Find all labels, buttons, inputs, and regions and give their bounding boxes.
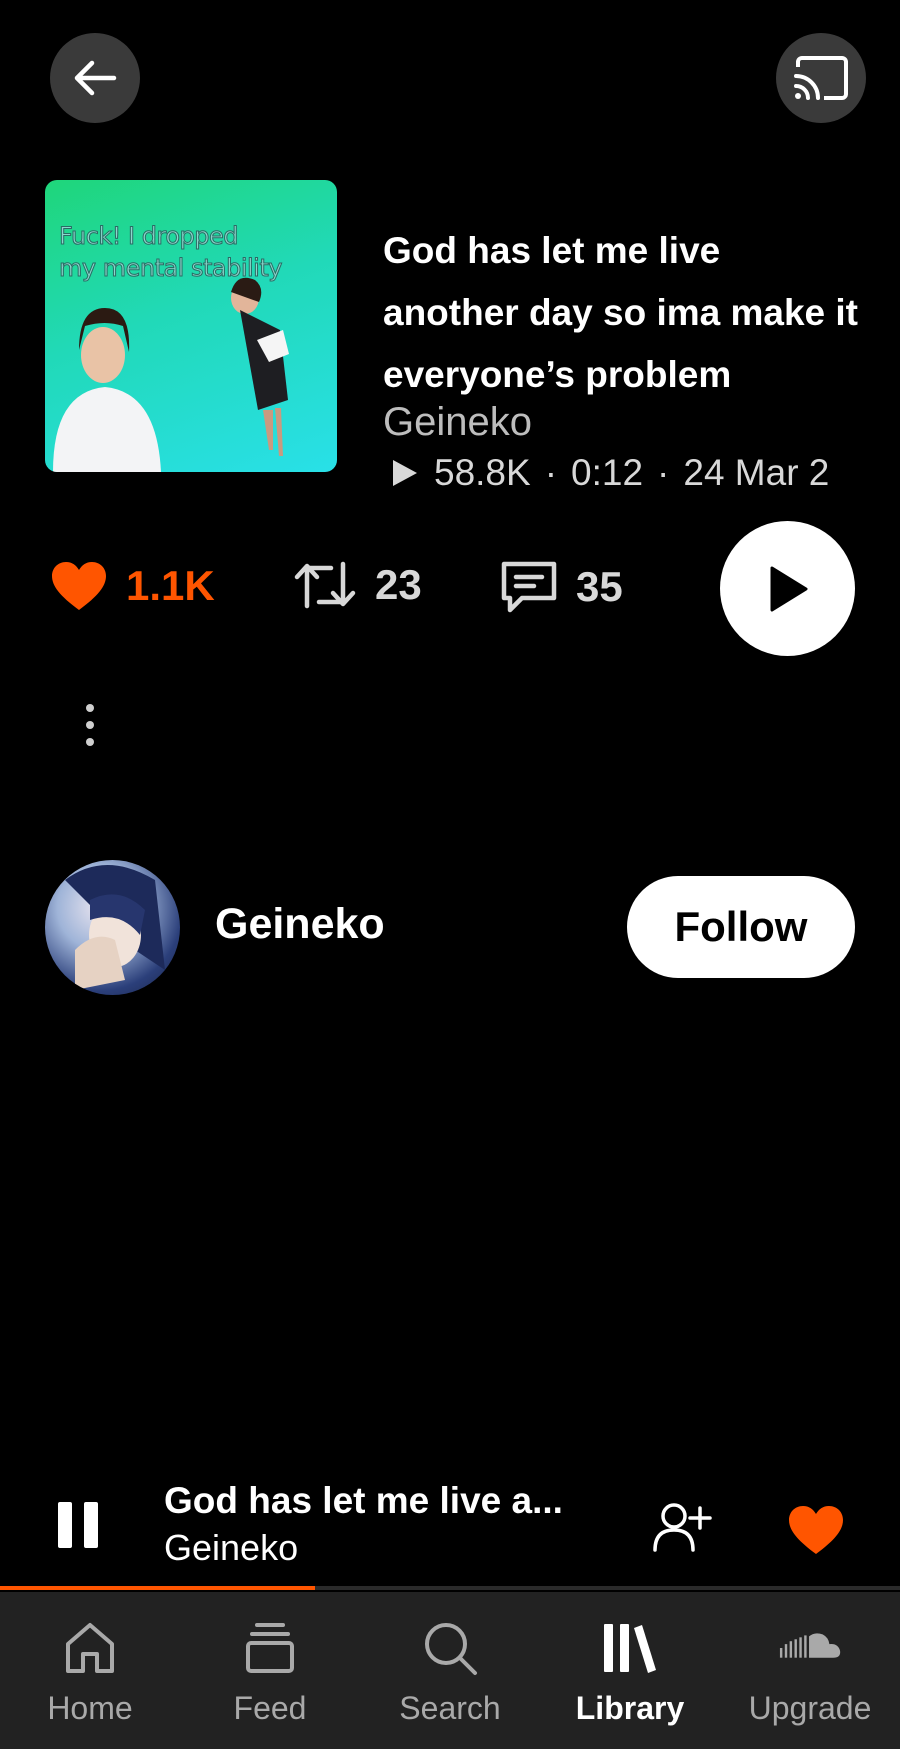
mini-player-title[interactable]: God has let me live a... [164, 1480, 563, 1522]
like-button[interactable]: 1.1K [50, 560, 215, 612]
track-date: 24 Mar 2 [683, 452, 830, 493]
tab-upgrade[interactable]: Upgrade [720, 1592, 900, 1749]
mini-player[interactable]: God has let me live a... Geineko [0, 1462, 900, 1590]
tab-label: Upgrade [748, 1690, 872, 1726]
bottom-tab-bar: Home Feed Search Library Upgrade [0, 1592, 900, 1749]
feed-icon [246, 1623, 294, 1673]
artwork-figures [53, 277, 289, 472]
repost-button[interactable]: 23 [293, 560, 422, 610]
play-button[interactable] [720, 521, 855, 656]
more-dots-icon [86, 704, 94, 712]
repost-count: 23 [375, 561, 422, 608]
track-title: God has let me live another day so ima m… [383, 230, 859, 395]
follow-user-icon[interactable] [652, 1500, 712, 1554]
heart-icon [52, 562, 106, 610]
soundcloud-icon [779, 1633, 841, 1658]
playback-progress[interactable] [0, 1586, 900, 1590]
tab-library[interactable]: Library [540, 1592, 720, 1749]
tab-label: Search [399, 1690, 501, 1726]
play-count-icon [393, 460, 417, 486]
library-icon [604, 1624, 656, 1673]
avatar-illustration [65, 865, 165, 990]
cast-icon [794, 56, 848, 100]
meta-separator: · [657, 452, 670, 493]
cast-button[interactable] [776, 33, 866, 123]
tab-label: Feed [233, 1690, 307, 1726]
more-dots-icon [86, 721, 94, 729]
pause-icon [58, 1502, 72, 1548]
avatar[interactable] [45, 860, 180, 995]
like-count: 1.1K [126, 562, 215, 609]
track-meta: 58.8K · 0:12 · 24 Mar 2 [390, 452, 829, 494]
playback-progress-fill [0, 1586, 315, 1590]
follow-button[interactable]: Follow [627, 876, 855, 978]
track-artist[interactable]: Geineko [383, 400, 532, 445]
tab-search[interactable]: Search [360, 1592, 540, 1749]
comment-button[interactable]: 35 [500, 560, 623, 614]
pause-icon [84, 1502, 98, 1548]
back-button[interactable] [50, 33, 140, 123]
arrow-left-icon [74, 60, 117, 96]
comment-count: 35 [576, 563, 623, 610]
repost-icon [294, 561, 356, 609]
track-artwork: Fuck! I dropped my mental stability [45, 180, 337, 472]
search-icon [425, 1623, 477, 1675]
meta-separator: · [544, 452, 558, 493]
more-dots-icon [86, 738, 94, 746]
play-count: 58.8K [434, 452, 531, 493]
mini-player-artist[interactable]: Geineko [164, 1527, 298, 1569]
home-icon [66, 1623, 114, 1673]
tab-home[interactable]: Home [0, 1592, 180, 1749]
tab-label: Library [575, 1690, 685, 1726]
pause-button[interactable] [58, 1502, 98, 1548]
comment-icon [501, 561, 557, 613]
uploader-name[interactable]: Geineko [215, 900, 385, 949]
play-icon [770, 566, 807, 611]
track-duration: 0:12 [571, 452, 644, 493]
heart-icon[interactable] [786, 1504, 846, 1556]
tab-feed[interactable]: Feed [180, 1592, 360, 1749]
tab-label: Home [47, 1690, 133, 1726]
more-options-button[interactable] [70, 700, 110, 750]
